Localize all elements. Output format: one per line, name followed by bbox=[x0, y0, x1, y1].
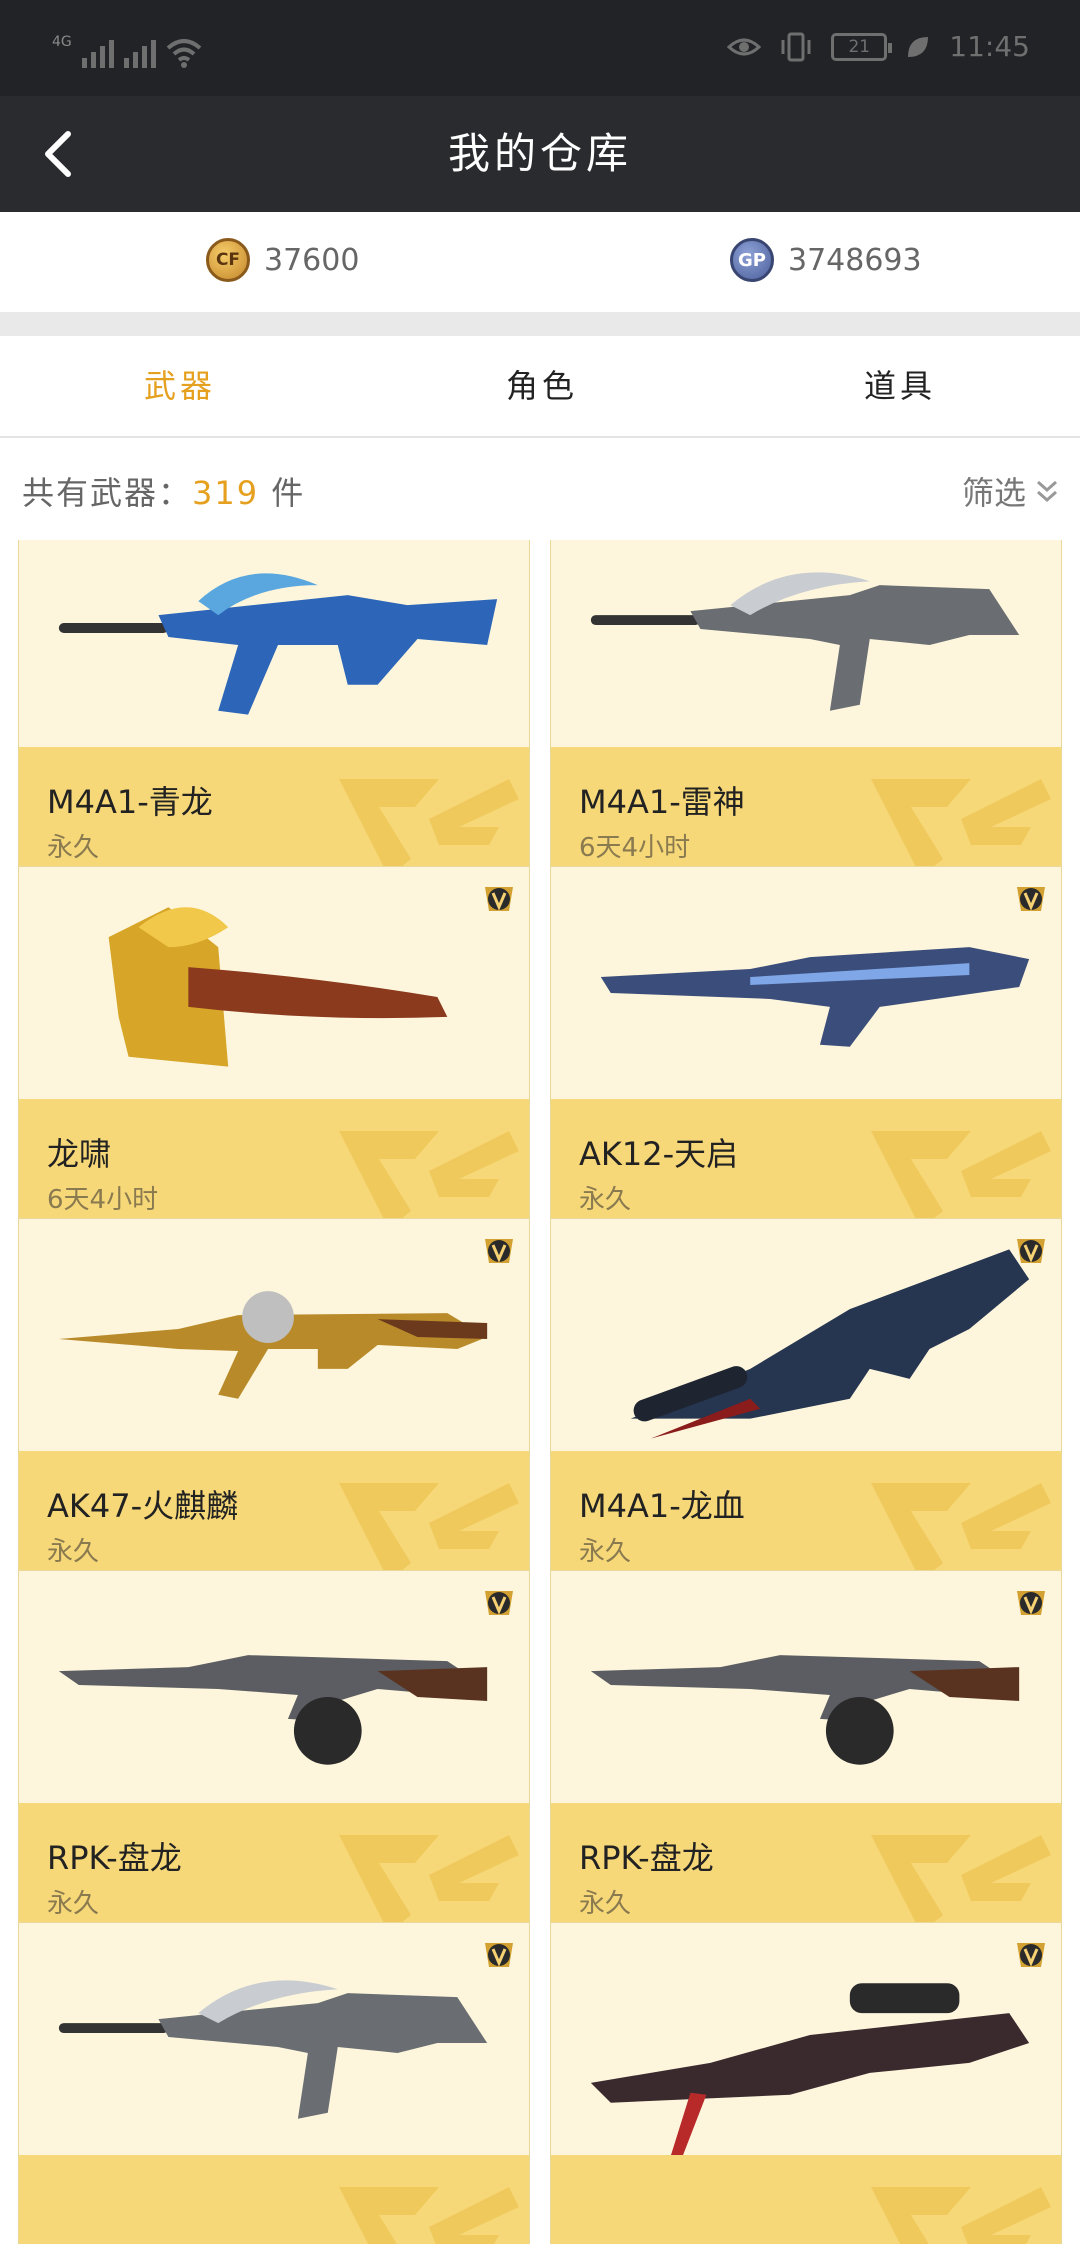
weapon-name: AK47-火麒麟 bbox=[47, 1487, 239, 1525]
weapon-card[interactable]: M4A1-龙血永久 bbox=[550, 1218, 1062, 1596]
weapon-duration: 永久 bbox=[47, 1537, 100, 1567]
tab-weapons[interactable]: 武器 bbox=[80, 336, 280, 436]
weapon-name: AK12-天启 bbox=[579, 1135, 739, 1173]
weapon-name: M4A1-龙血 bbox=[579, 1487, 745, 1525]
cf-watermark-icon bbox=[871, 1483, 1051, 1581]
weapon-count: 共有武器：319 件 bbox=[22, 468, 305, 514]
nav-bar: 我的仓库 bbox=[0, 96, 1080, 212]
weapon-card[interactable] bbox=[550, 1922, 1062, 2244]
gp-value: 3748693 bbox=[788, 242, 922, 278]
vip-badge-icon bbox=[1017, 887, 1045, 911]
weapon-info bbox=[551, 2155, 1061, 2244]
weapon-card[interactable]: M4A1-雷神 6天4小时 bbox=[550, 540, 1062, 892]
weapon-duration: 永久 bbox=[47, 1889, 100, 1919]
weapon-card[interactable]: RPK-盘龙永久 bbox=[550, 1570, 1062, 1948]
weapon-image bbox=[590, 1655, 1020, 1765]
cf-watermark-icon bbox=[339, 779, 519, 877]
weapon-count-prefix: 共有武器： bbox=[22, 474, 193, 512]
weapon-card[interactable]: M4A1-青龙永久 bbox=[18, 540, 530, 892]
wifi-icon bbox=[166, 39, 202, 68]
weapon-image bbox=[58, 1980, 488, 2119]
weapon-duration: 永久 bbox=[579, 1537, 632, 1567]
vip-badge-icon bbox=[485, 1943, 513, 1967]
network-type: 4G bbox=[52, 34, 72, 50]
weapon-name: M4A1-青龙 bbox=[47, 783, 213, 821]
section-divider bbox=[0, 312, 1080, 336]
vip-badge-icon bbox=[485, 1591, 513, 1615]
cf-watermark-icon bbox=[339, 1131, 519, 1229]
weapon-image bbox=[630, 1249, 1030, 1439]
weapon-name: M4A1-雷神 bbox=[579, 783, 745, 821]
weapon-card[interactable]: RPK-盘龙永久 bbox=[18, 1570, 530, 1948]
weapon-duration: 永久 bbox=[579, 1889, 632, 1919]
weapon-image bbox=[590, 572, 1020, 711]
weapon-name: RPK-盘龙 bbox=[47, 1839, 182, 1877]
filter-button[interactable]: 筛选 bbox=[962, 468, 1060, 514]
weapon-image bbox=[58, 573, 498, 715]
vip-badge-icon bbox=[485, 1239, 513, 1263]
cf-balance: CF 37600 bbox=[206, 238, 359, 282]
cf-watermark-icon bbox=[871, 2187, 1051, 2244]
cf-watermark-icon bbox=[339, 1483, 519, 1581]
signal-indicators: 4G bbox=[52, 28, 202, 68]
weapon-count-unit: 件 bbox=[271, 474, 306, 512]
weapon-duration: 6天4小时 bbox=[579, 833, 691, 863]
weapon-card[interactable]: AK47-火麒麟永久 bbox=[18, 1218, 530, 1596]
weapon-duration: 永久 bbox=[47, 833, 100, 863]
weapon-image bbox=[58, 1655, 488, 1765]
filter-label: 筛选 bbox=[961, 474, 1026, 512]
clock: 11:45 bbox=[949, 30, 1030, 63]
cf-watermark-icon bbox=[871, 1131, 1051, 1229]
category-tabs: 武器 角色 道具 bbox=[0, 336, 1080, 438]
weapon-duration: 永久 bbox=[579, 1185, 632, 1215]
cf-watermark-icon bbox=[871, 779, 1051, 877]
weapon-card[interactable]: AK12-天启永久 bbox=[550, 866, 1062, 1244]
weapon-name: 龙啸 bbox=[47, 1135, 112, 1173]
vip-badge-icon bbox=[485, 887, 513, 911]
cf-value: 37600 bbox=[264, 242, 360, 278]
cf-coin-icon: CF bbox=[206, 238, 250, 282]
battery-icon: 21 bbox=[831, 32, 893, 61]
vip-badge-icon bbox=[1017, 1239, 1045, 1263]
weapon-image bbox=[58, 1291, 488, 1399]
gp-coin-icon: GP bbox=[730, 238, 774, 282]
weapon-card[interactable]: 龙啸 6天4小时 bbox=[18, 866, 530, 1244]
vip-badge-icon bbox=[1017, 1943, 1045, 1967]
gp-balance: GP 3748693 bbox=[730, 238, 922, 282]
vip-badge-icon bbox=[1017, 1591, 1045, 1615]
signal-icon bbox=[81, 34, 114, 68]
status-right: 21 11:45 bbox=[727, 30, 1030, 63]
weapon-count-number: 319 bbox=[192, 474, 260, 512]
signal-icon-secondary bbox=[123, 34, 156, 68]
weapon-info bbox=[19, 2155, 529, 2244]
leaf-icon bbox=[908, 36, 929, 57]
count-bar: 共有武器：319 件 筛选 bbox=[0, 438, 1080, 540]
weapon-image bbox=[108, 907, 448, 1067]
cf-watermark-icon bbox=[339, 1835, 519, 1933]
weapon-image bbox=[590, 1983, 1030, 2157]
status-bar: 4G 21 11:45 bbox=[0, 0, 1080, 96]
eye-icon bbox=[727, 38, 762, 55]
cf-watermark-icon bbox=[871, 1835, 1051, 1933]
double-chevron-down-icon bbox=[1037, 480, 1057, 503]
cf-watermark-icon bbox=[339, 2187, 519, 2244]
tab-items[interactable]: 道具 bbox=[800, 336, 1000, 436]
weapon-name: RPK-盘龙 bbox=[579, 1839, 714, 1877]
page-title: 我的仓库 bbox=[447, 129, 632, 178]
tab-roles[interactable]: 角色 bbox=[442, 336, 642, 436]
weapon-card[interactable] bbox=[18, 1922, 530, 2244]
currency-bar: CF 37600 GP 3748693 bbox=[0, 212, 1080, 312]
weapon-grid: M4A1-青龙 永久 M4A1-雷神 6天4小时 龙啸 6天4小时 AK12-天启 永久 AK4… bbox=[0, 540, 1080, 2244]
weapon-duration: 6天4小时 bbox=[47, 1185, 159, 1215]
weapon-image bbox=[600, 947, 1030, 1047]
vibrate-icon bbox=[781, 32, 811, 61]
